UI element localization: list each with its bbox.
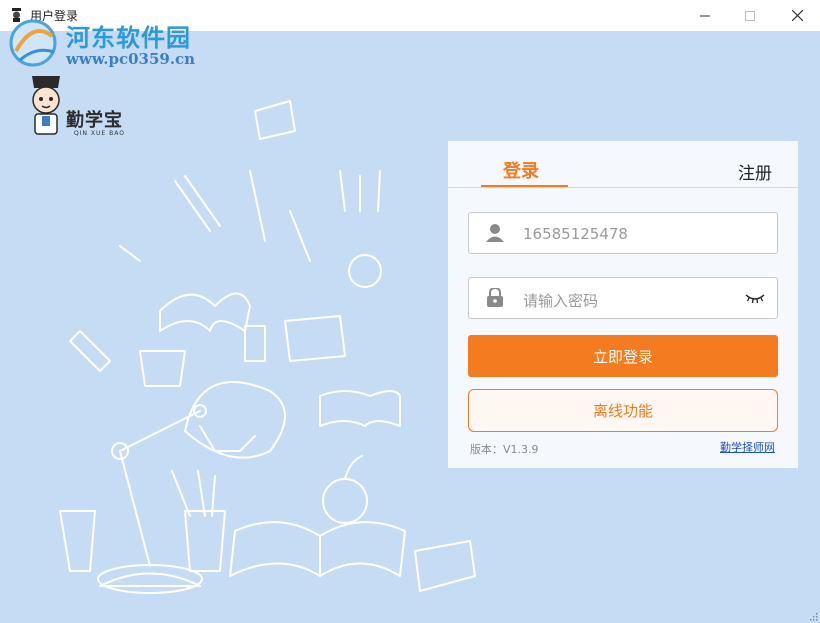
eye-closed-icon[interactable] — [745, 291, 765, 305]
phone-field[interactable]: 16585125478 — [468, 212, 778, 254]
version-label: 版本：V1.3.9 — [470, 443, 539, 456]
login-button[interactable]: 立即登录 — [468, 335, 778, 377]
close-button[interactable] — [774, 0, 820, 31]
resize-grip-icon[interactable] — [808, 611, 818, 621]
maximize-button[interactable] — [727, 0, 773, 31]
brand-name: 勤学宝 — [66, 110, 123, 131]
offline-mode-button[interactable]: 离线功能 — [468, 389, 778, 432]
tab-login[interactable]: 登录 — [503, 157, 539, 183]
login-panel: 登录 注册 16585125478 请输入密码 立即登录 离线功能 版本：V1.… — [448, 141, 798, 468]
lock-icon — [487, 288, 503, 307]
watermark-site-name: 河东软件园 — [66, 23, 191, 52]
maximize-icon — [745, 10, 755, 21]
brand-logo: 勤学宝 QIN XUE BAO — [26, 66, 136, 141]
minimize-button[interactable] — [682, 0, 728, 31]
watermark: 河东软件园 www.pc0359.cn — [0, 10, 210, 70]
user-icon — [486, 224, 504, 242]
cartoon-student-icon — [32, 76, 60, 135]
login-window-body: 勤学宝 QIN XUE BAO 登录 注册 16585125478 请输入密码 — [0, 31, 820, 623]
globe-logo-icon — [9, 19, 57, 67]
password-placeholder: 请输入密码 — [523, 292, 599, 310]
tab-divider — [448, 187, 798, 188]
minimize-icon — [700, 15, 710, 16]
brand-subtitle: QIN XUE BAO — [74, 130, 125, 137]
password-field[interactable]: 请输入密码 — [468, 277, 778, 319]
site-link[interactable]: 勤学择师网 — [720, 439, 775, 455]
tab-register[interactable]: 注册 — [738, 159, 772, 184]
phone-value: 16585125478 — [523, 225, 628, 243]
watermark-url: www.pc0359.cn — [66, 50, 196, 68]
close-icon — [791, 10, 803, 21]
